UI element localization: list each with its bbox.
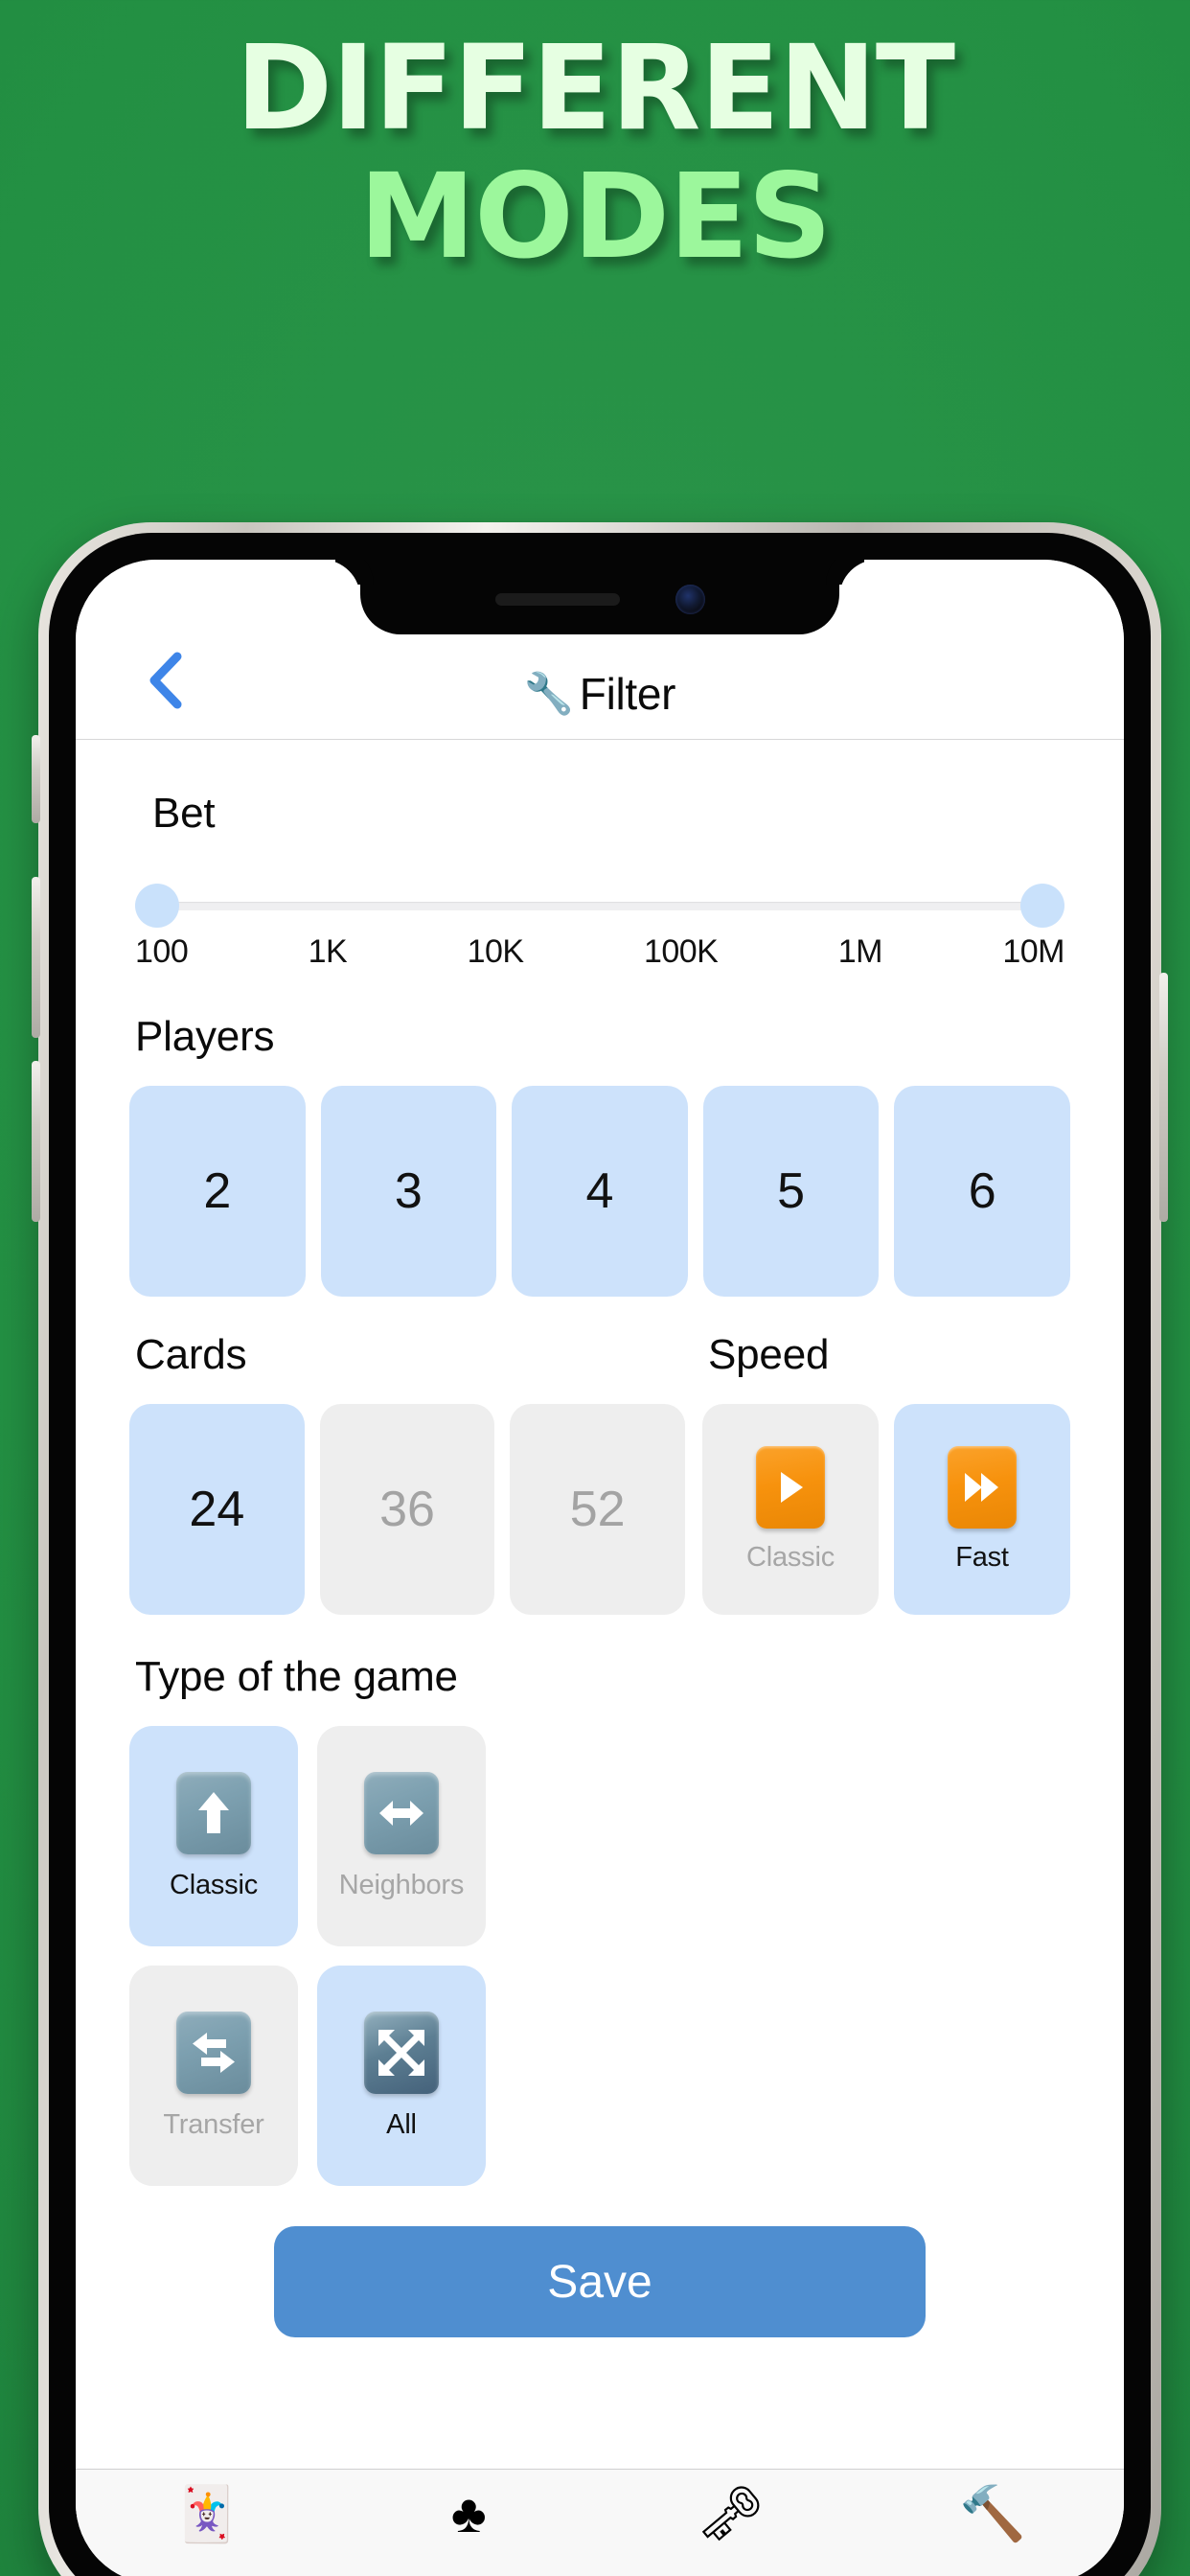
wrench-icon: 🔧 <box>523 670 574 716</box>
game-type-option-label: Transfer <box>163 2108 264 2140</box>
cards-options: 24 36 52 <box>129 1404 686 1615</box>
volume-down-button[interactable] <box>32 1061 40 1222</box>
game-type-option-transfer[interactable]: Transfer <box>129 1966 298 2186</box>
tab-clubs[interactable]: ♣ <box>338 2470 601 2576</box>
tab-hammer[interactable]: 🔨 <box>862 2470 1125 2576</box>
speed-options: Classic Fast <box>702 1404 1070 1615</box>
bet-tick: 10M <box>1002 933 1064 970</box>
page-title: 🔧 Filter <box>76 668 1124 720</box>
speed-option-classic[interactable]: Classic <box>702 1404 879 1615</box>
speed-option-label: Fast <box>955 1541 1009 1573</box>
game-type-option-label: Classic <box>169 1869 259 1900</box>
promo-line-1: DIFFERENT <box>235 20 955 156</box>
game-type-label: Type of the game <box>135 1653 458 1700</box>
cards-speed-section: Cards 24 36 52 Speed Classic Fast <box>76 1297 1124 1615</box>
promo-line-2: MODES <box>358 149 833 286</box>
chevron-left-icon <box>149 652 182 709</box>
notch <box>360 560 839 634</box>
bet-slider-track <box>156 902 1043 910</box>
players-option-5[interactable]: 5 <box>702 1086 880 1297</box>
tab-joker[interactable]: 🃏 <box>76 2470 338 2576</box>
power-button[interactable] <box>1159 973 1168 1222</box>
speed-section: Speed Classic Fast <box>702 1331 1070 1615</box>
arrows-all-directions-icon <box>364 2011 439 2094</box>
save-section: Save <box>76 2186 1124 2337</box>
earpiece-speaker-icon <box>494 592 620 606</box>
game-type-options: Classic Neighbors Transfer All <box>129 1726 1070 2186</box>
bet-slider-thumb-min[interactable] <box>135 884 179 928</box>
bet-label: Bet <box>152 790 216 837</box>
silence-switch-button[interactable] <box>32 735 40 823</box>
players-option-4[interactable]: 4 <box>512 1086 688 1297</box>
bet-tick: 100K <box>643 933 719 970</box>
bet-tick: 1K <box>308 933 348 970</box>
app-screen: 🔧 Filter Bet 100 1K 10K 100K 1M 10M Play… <box>76 560 1124 2576</box>
game-type-option-all[interactable]: All <box>317 1966 486 2186</box>
page-title-text: Filter <box>579 669 676 719</box>
settings-content: Bet 100 1K 10K 100K 1M 10M Players 2 3 4… <box>76 740 1124 2576</box>
back-button[interactable] <box>131 647 198 714</box>
phone-screen: 🔧 Filter Bet 100 1K 10K 100K 1M 10M Play… <box>76 560 1124 2576</box>
players-options: 2 3 4 5 6 <box>129 1086 1070 1297</box>
speed-label: Speed <box>708 1331 830 1378</box>
bet-tick: 1M <box>837 933 883 970</box>
players-label: Players <box>135 1013 275 1060</box>
cards-label: Cards <box>135 1331 247 1378</box>
phone-body: 🔧 Filter Bet 100 1K 10K 100K 1M 10M Play… <box>49 533 1151 2576</box>
bet-tick: 100 <box>135 933 189 970</box>
front-camera-icon <box>675 584 705 614</box>
cards-option-36[interactable]: 36 <box>319 1404 495 1615</box>
game-type-option-label: Neighbors <box>338 1869 465 1900</box>
cards-option-52[interactable]: 52 <box>510 1404 686 1615</box>
arrow-turn-icon <box>176 2011 251 2094</box>
cards-section: Cards 24 36 52 <box>129 1331 686 1615</box>
game-type-option-label: All <box>386 2108 417 2140</box>
promo-headline: DIFFERENT MODES <box>0 29 1190 277</box>
save-button[interactable]: Save <box>274 2226 926 2337</box>
clubs-suit-icon: ♣ <box>450 2483 487 2543</box>
play-icon <box>756 1445 825 1529</box>
speed-option-fast[interactable]: Fast <box>894 1404 1070 1615</box>
speed-option-label: Classic <box>745 1541 835 1573</box>
bet-slider-thumb-max[interactable] <box>1020 884 1064 928</box>
joker-card-icon: 🃏 <box>172 2483 240 2543</box>
key-icon: 🗝 <box>697 2483 766 2543</box>
arrow-up-icon <box>176 1771 251 1854</box>
tab-bar: 🃏 ♣ 🗝 🔨 <box>76 2469 1124 2576</box>
cards-option-24[interactable]: 24 <box>129 1404 305 1615</box>
players-option-2[interactable]: 2 <box>129 1086 306 1297</box>
players-option-6[interactable]: 6 <box>894 1086 1070 1297</box>
bet-tick: 10K <box>467 933 525 970</box>
volume-up-button[interactable] <box>32 877 40 1038</box>
tab-key[interactable]: 🗝 <box>600 2470 862 2576</box>
bet-range-slider[interactable] <box>135 884 1064 928</box>
phone-mockup: 🔧 Filter Bet 100 1K 10K 100K 1M 10M Play… <box>32 522 1168 2576</box>
arrow-left-right-icon <box>364 1771 439 1854</box>
players-option-3[interactable]: 3 <box>320 1086 497 1297</box>
game-type-option-classic[interactable]: Classic <box>129 1726 298 1946</box>
fast-forward-icon <box>948 1445 1017 1529</box>
hammer-icon: 🔨 <box>959 2483 1027 2543</box>
game-type-section: Type of the game Classic Neighbors Trans… <box>76 1615 1124 2186</box>
bet-section: Bet 100 1K 10K 100K 1M 10M <box>76 740 1124 971</box>
players-section: Players 2 3 4 5 6 <box>76 971 1124 1297</box>
game-type-option-neighbors[interactable]: Neighbors <box>317 1726 486 1946</box>
bet-slider-ticks: 100 1K 10K 100K 1M 10M <box>135 933 1064 971</box>
